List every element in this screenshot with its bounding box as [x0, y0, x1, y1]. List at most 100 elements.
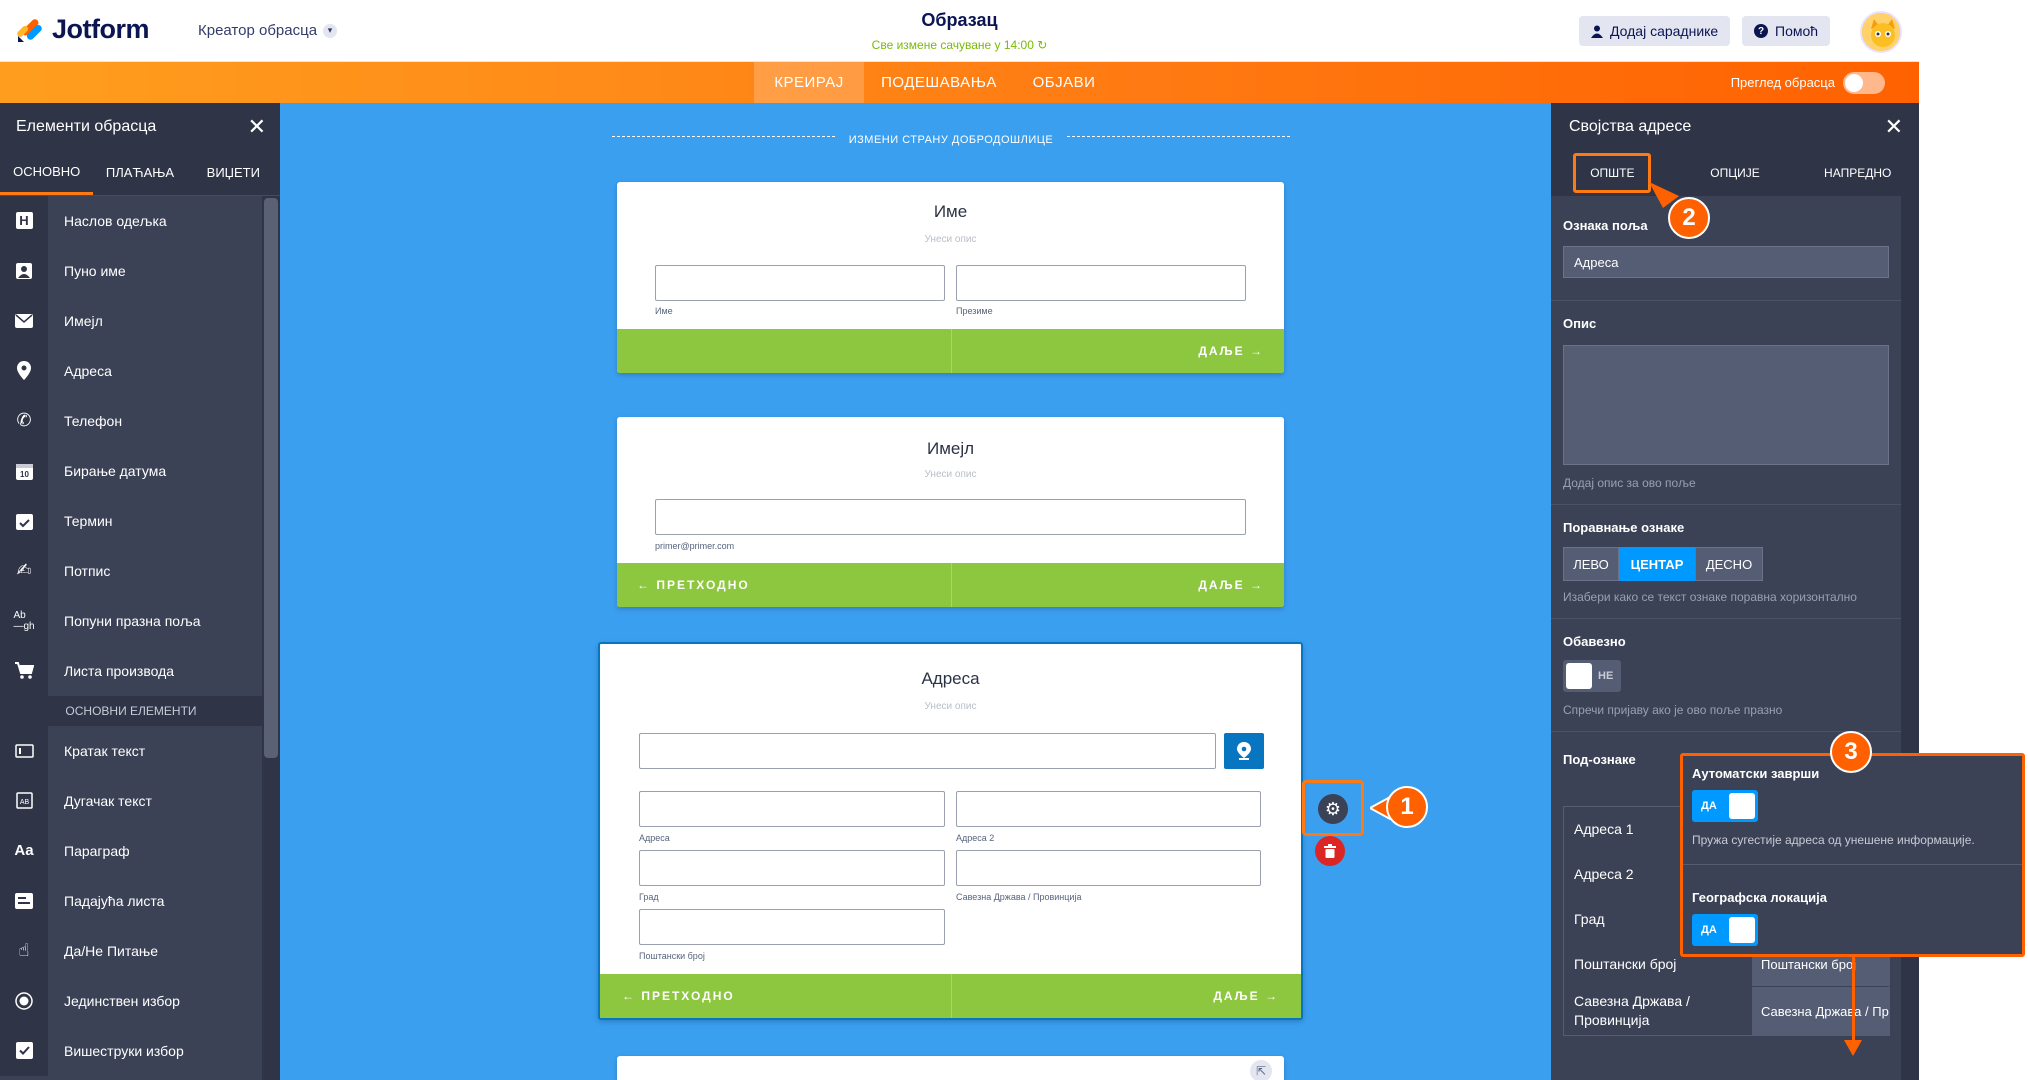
email-input[interactable]: [655, 499, 1246, 535]
expand-icon[interactable]: ⇱: [1250, 1060, 1272, 1080]
element-label: Термин: [48, 495, 262, 546]
autocomplete-hint: Пружа сугестије адреса од унешене информ…: [1692, 833, 1975, 847]
required-toggle[interactable]: НЕ: [1563, 660, 1621, 692]
question-description[interactable]: Унеси опис: [617, 469, 1284, 480]
element-dropdown[interactable]: Падајућа листа: [0, 875, 262, 926]
align-center-option[interactable]: ЦЕНТАР: [1619, 547, 1695, 581]
element-phone[interactable]: ✆ Телефон: [0, 395, 262, 446]
sublabels-title: Под-ознаке: [1563, 752, 1636, 767]
postal-code-input[interactable]: [639, 909, 945, 945]
question-title[interactable]: Име: [617, 202, 1284, 222]
preview-switch[interactable]: [1843, 71, 1885, 94]
add-collaborators-button[interactable]: Додај сараднике: [1579, 16, 1731, 46]
address-line2-input[interactable]: [956, 791, 1261, 827]
form-preview-toggle[interactable]: Преглед обрасца: [1731, 62, 1885, 103]
tab-payments[interactable]: ПЛАЋАЊА: [93, 150, 186, 195]
description-textarea[interactable]: [1563, 345, 1889, 465]
element-product-list[interactable]: Листа производа: [0, 645, 262, 696]
tab-advanced[interactable]: НАПРЕДНО: [1796, 150, 1919, 196]
properties-button[interactable]: ⚙: [1318, 794, 1348, 824]
form-elements-title: Елементи обрасца: [16, 117, 157, 135]
element-yes-no[interactable]: ☝ Да/Не Питање: [0, 925, 262, 976]
element-email[interactable]: Имејл: [0, 295, 262, 346]
tab-settings[interactable]: ПОДЕШАВАЊА: [864, 62, 1014, 103]
first-name-input[interactable]: [655, 265, 945, 301]
refresh-icon[interactable]: ↻: [1037, 38, 1047, 52]
previous-button[interactable]: ← ПРЕТХОДНО: [637, 563, 750, 607]
element-address[interactable]: Адреса: [0, 345, 262, 396]
question-title[interactable]: Адреса: [600, 669, 1301, 689]
state-sublabel: Савезна Држава / Провинција: [956, 892, 1082, 902]
element-appointment[interactable]: Термин: [0, 495, 262, 546]
next-button[interactable]: ДАЉЕ →: [1198, 329, 1264, 373]
question-description[interactable]: Унеси опис: [600, 701, 1301, 712]
field-label-input[interactable]: Адреса: [1563, 246, 1889, 278]
user-icon: [1591, 25, 1603, 38]
address-line1-input[interactable]: [639, 791, 945, 827]
element-multiple-choice[interactable]: Вишеструки избор: [0, 1025, 262, 1076]
element-full-name[interactable]: Пуно име: [0, 245, 262, 296]
form-elements-list: H Наслов одељка Пуно име Имејл Адреса ✆ …: [0, 195, 262, 1076]
state-input[interactable]: [956, 850, 1261, 886]
help-button[interactable]: ? Помоћ: [1742, 16, 1831, 46]
gear-icon: ⚙: [1324, 798, 1342, 819]
form-elements-panel: Елементи обрасца ✕ ОСНОВНО ПЛАЋАЊА ВИЏЕТ…: [0, 103, 280, 1080]
align-right-option[interactable]: ДЕСНО: [1695, 547, 1763, 581]
scrollbar-thumb[interactable]: [264, 198, 278, 758]
question-title[interactable]: Имејл: [617, 439, 1284, 459]
last-name-input[interactable]: [956, 265, 1246, 301]
element-label: Бирање датума: [48, 445, 262, 496]
tab-basic[interactable]: ОСНОВНО: [0, 150, 94, 195]
previous-button[interactable]: ← ПРЕТХОДНО: [622, 974, 735, 1018]
element-short-text[interactable]: Кратак текст: [0, 725, 262, 776]
element-paragraph[interactable]: Aa Параграф: [0, 825, 262, 876]
next-button[interactable]: ДАЉЕ →: [1213, 974, 1279, 1018]
avatar[interactable]: [1860, 11, 1902, 53]
sublabel-value-input[interactable]: Савезна Држава / Пр: [1752, 987, 1890, 1036]
card-next[interactable]: ⇱: [617, 1056, 1284, 1080]
align-left-option[interactable]: ЛЕВО: [1563, 547, 1619, 581]
left-panel-scrollbar[interactable]: [262, 196, 280, 1080]
element-long-text[interactable]: AB Дугачак текст: [0, 775, 262, 826]
city-input[interactable]: [639, 850, 945, 886]
alignment-title: Поравнање ознаке: [1563, 520, 1685, 535]
element-signature[interactable]: ✍ Потпис: [0, 545, 262, 596]
card-address[interactable]: Адреса Унеси опис Адреса Адреса 2 Град С…: [598, 642, 1303, 1020]
map-pin-icon: [1237, 742, 1251, 760]
required-hint: Спречи пријаву ако је ово поље празно: [1563, 703, 1783, 717]
element-date-picker[interactable]: 10 Бирање датума: [0, 445, 262, 496]
close-icon[interactable]: ✕: [1885, 114, 1903, 140]
element-single-choice[interactable]: Јединствен избор: [0, 975, 262, 1026]
card-name[interactable]: Име Унеси опис Име Презиме ДАЉЕ →: [617, 182, 1284, 373]
question-description[interactable]: Унеси опис: [617, 234, 1284, 245]
element-heading[interactable]: H Наслов одељка: [0, 195, 262, 246]
element-label: Потпис: [48, 545, 262, 596]
properties-tabs: ОПШТЕ ОПЦИЈЕ НАПРЕДНО: [1551, 150, 1919, 196]
short-text-icon: [0, 725, 48, 776]
tab-widgets[interactable]: ВИЏЕТИ: [187, 150, 280, 195]
edit-welcome-page[interactable]: ИЗМЕНИ СТРАНУ ДОБРОДОШЛИЦЕ: [280, 130, 1551, 148]
last-name-sublabel: Презиме: [956, 306, 993, 316]
next-button[interactable]: ДАЉЕ →: [1198, 563, 1264, 607]
close-icon[interactable]: ✕: [248, 114, 266, 140]
card-footer: ← ПРЕТХОДНО ДАЉЕ →: [600, 974, 1301, 1018]
geolocation-button[interactable]: [1224, 733, 1264, 769]
tab-create[interactable]: КРЕИРАЈ: [754, 62, 864, 103]
description-title: Опис: [1563, 316, 1597, 331]
element-fill-blank[interactable]: Ab —gh Попуни празна поља: [0, 595, 262, 646]
properties-header: Својства адресе ✕: [1551, 103, 1919, 150]
autocomplete-toggle[interactable]: ДА: [1692, 790, 1758, 822]
geolocation-toggle[interactable]: ДА: [1692, 914, 1758, 946]
tab-publish[interactable]: ОБЈАВИ: [1014, 62, 1114, 103]
footer-divider: [950, 563, 952, 607]
address-search-input[interactable]: [639, 733, 1216, 769]
paragraph-icon: Aa: [0, 825, 48, 876]
annotation-arrow-head: [1844, 1040, 1862, 1056]
tab-options[interactable]: ОПЦИЈЕ: [1674, 150, 1797, 196]
card-email[interactable]: Имејл Унеси опис primer@primer.com ← ПРЕ…: [617, 417, 1284, 607]
first-name-sublabel: Име: [655, 306, 673, 316]
delete-button[interactable]: [1315, 836, 1345, 866]
required-toggle-label: НЕ: [1598, 670, 1614, 682]
dropdown-icon: [0, 875, 48, 926]
arrow-left-icon: ←: [637, 578, 651, 592]
